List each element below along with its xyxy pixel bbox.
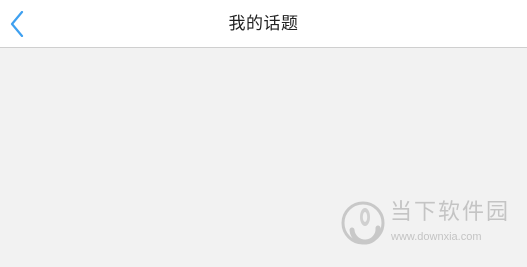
page-title: 我的话题 [228, 14, 299, 34]
downxia-logo-icon [340, 200, 386, 246]
watermark: 当下软件园 www.downxia.com [340, 198, 515, 250]
navigation-bar: 我的话题 [0, 0, 527, 48]
watermark-name: 当下软件园 [390, 200, 511, 225]
app-screen: 我的话题 当下软件园 www.downxia.com [0, 0, 527, 267]
watermark-url: www.downxia.com [391, 231, 482, 243]
